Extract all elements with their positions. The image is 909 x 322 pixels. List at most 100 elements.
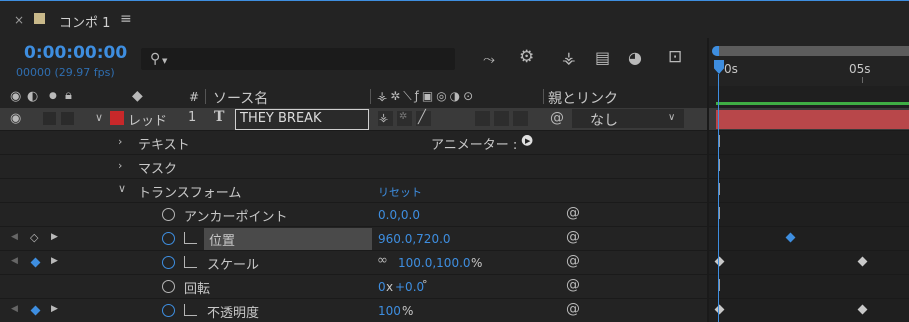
position-expression-icon[interactable]: @ [566,230,580,244]
col-source-name[interactable]: ソース名 [213,88,268,108]
quality-slash-icon: ╱ [418,110,426,125]
scale-expression-icon[interactable]: @ [566,254,580,268]
anchor-point-value[interactable]: 0.0,0.0 [378,208,420,222]
tab-menu-icon[interactable]: ≡ [120,12,132,26]
opacity-value[interactable]: 100 [378,304,401,318]
row-divider [0,130,909,131]
position-label[interactable]: 位置 [209,230,235,249]
label-tag-icon[interactable]: ◆ [132,89,143,103]
opacity-expression-icon[interactable]: @ [566,302,580,316]
layer-name[interactable]: THEY BREAK [240,111,322,126]
property-start-marker [719,135,720,147]
frame-blending-icon[interactable]: ▤ [595,50,610,66]
rotation-expression-icon[interactable]: @ [566,278,580,292]
close-tab-icon[interactable]: × [14,14,24,26]
comp-mini-flowchart-icon[interactable]: ⤳ [483,52,495,67]
row-divider [0,202,909,203]
animator-play-icon: ▶ [525,137,531,145]
anchor-stopwatch-icon[interactable] [162,208,175,221]
rotation-x: x [386,280,394,294]
draft-3d-icon[interactable]: ⚙ [519,49,534,66]
comp-tab-bar [0,0,909,39]
pick-whip-icon[interactable]: @ [550,111,564,125]
ruler-label-05s: 05s [849,62,871,76]
collapse-switch-icon: ✲ [399,111,408,122]
panel-divider[interactable] [707,38,709,322]
scale-graph-icon[interactable] [184,256,197,268]
opacity-prev-key-icon[interactable]: ◀ [11,305,18,314]
opacity-next-key-icon[interactable]: ▶ [51,305,58,314]
motion-blur-icon[interactable]: ◕ [628,50,642,66]
graph-editor-icon[interactable]: ⊡ [668,49,682,66]
current-time-indicator-line[interactable] [718,74,719,322]
scale-prev-key-icon[interactable]: ◀ [11,257,18,266]
anchor-expression-icon[interactable]: @ [566,206,580,220]
column-divider [543,89,544,104]
work-area-start-handle[interactable] [712,46,719,56]
opacity-add-key-icon[interactable] [30,305,41,316]
audio-switch[interactable] [43,112,56,125]
shy-switch-icon: ⚶ [379,111,389,124]
frame-count-fps: 00000 (29.97 fps) [16,66,115,79]
solo-icon[interactable]: ● [49,92,57,101]
collapse-transform-icon[interactable]: ∨ [118,183,126,194]
transform-reset-link[interactable]: リセット [378,184,422,200]
search-icon[interactable]: ⚲ [150,52,160,66]
layer-visibility-icon[interactable]: ◉ [10,112,21,125]
opacity-label[interactable]: 不透明度 [207,302,259,321]
layer-expand-icon[interactable]: ∨ [95,112,103,123]
video-eye-icon[interactable]: ◉ [10,90,21,103]
position-prev-key-icon[interactable]: ◀ [11,233,18,242]
row-divider [0,178,909,179]
constrain-proportions-icon[interactable]: ∞ [377,254,388,267]
row-divider [0,274,909,275]
parent-value: なし [590,113,618,129]
scale-next-key-icon[interactable]: ▶ [51,257,58,266]
mask-group-label[interactable]: マスク [138,158,177,177]
transform-group-label[interactable]: トランスフォーム [138,182,241,201]
position-graph-icon[interactable] [184,232,197,244]
position-add-key-icon[interactable]: ◇ [30,232,38,243]
chevron-down-icon: ∨ [668,112,676,123]
shy-layers-icon[interactable]: ⚶ [562,50,576,66]
rotation-revolutions[interactable]: 0 [378,280,386,294]
time-navigator-bar[interactable] [712,46,909,56]
row-divider [0,226,909,227]
comp-tab-title[interactable]: コンポ 1 [59,12,110,31]
position-next-key-icon[interactable]: ▶ [51,233,58,242]
audio-icon[interactable]: ◐ [27,90,38,103]
opacity-stopwatch-icon[interactable] [162,304,175,317]
scale-stopwatch-icon[interactable] [162,256,175,269]
effect-switch[interactable] [475,111,490,126]
column-divider [205,89,206,104]
lock-icon[interactable]: 🔒︎ [65,89,72,102]
expand-text-icon[interactable]: › [118,136,122,147]
layer-label-name: レッド [128,114,168,129]
col-number[interactable]: # [189,90,199,104]
adjustment-switch[interactable] [494,111,509,126]
scale-add-key-icon[interactable] [30,257,41,268]
scale-value[interactable]: 100.0,100.0 [398,256,471,270]
current-time[interactable]: 0:00:00:00 [24,43,127,63]
anchor-point-label[interactable]: アンカーポイント [184,206,287,225]
text-group-label[interactable]: テキスト [138,134,190,153]
search-input[interactable] [141,48,455,70]
expand-mask-icon[interactable]: › [118,160,122,171]
row-divider [0,298,909,299]
opacity-graph-icon[interactable] [184,304,197,316]
layer-label-color[interactable] [110,111,124,125]
text-layer-icon: T [214,109,225,125]
work-area-bar[interactable] [716,102,909,105]
3d-switch[interactable] [513,111,528,126]
rotation-label[interactable]: 回転 [184,278,210,297]
rotation-degrees[interactable]: +0.0 [395,280,424,294]
rotation-stopwatch-icon[interactable] [162,280,175,293]
position-value[interactable]: 960.0,720.0 [378,232,451,246]
time-ruler[interactable] [712,58,909,84]
solo-switch[interactable] [61,112,74,125]
layer-duration-bar[interactable] [716,110,909,129]
position-stopwatch-icon[interactable] [162,232,175,245]
col-parent-link[interactable]: 親とリンク [548,88,618,108]
scale-label[interactable]: スケール [207,254,259,273]
search-dropdown-icon: ▼ [162,57,168,65]
